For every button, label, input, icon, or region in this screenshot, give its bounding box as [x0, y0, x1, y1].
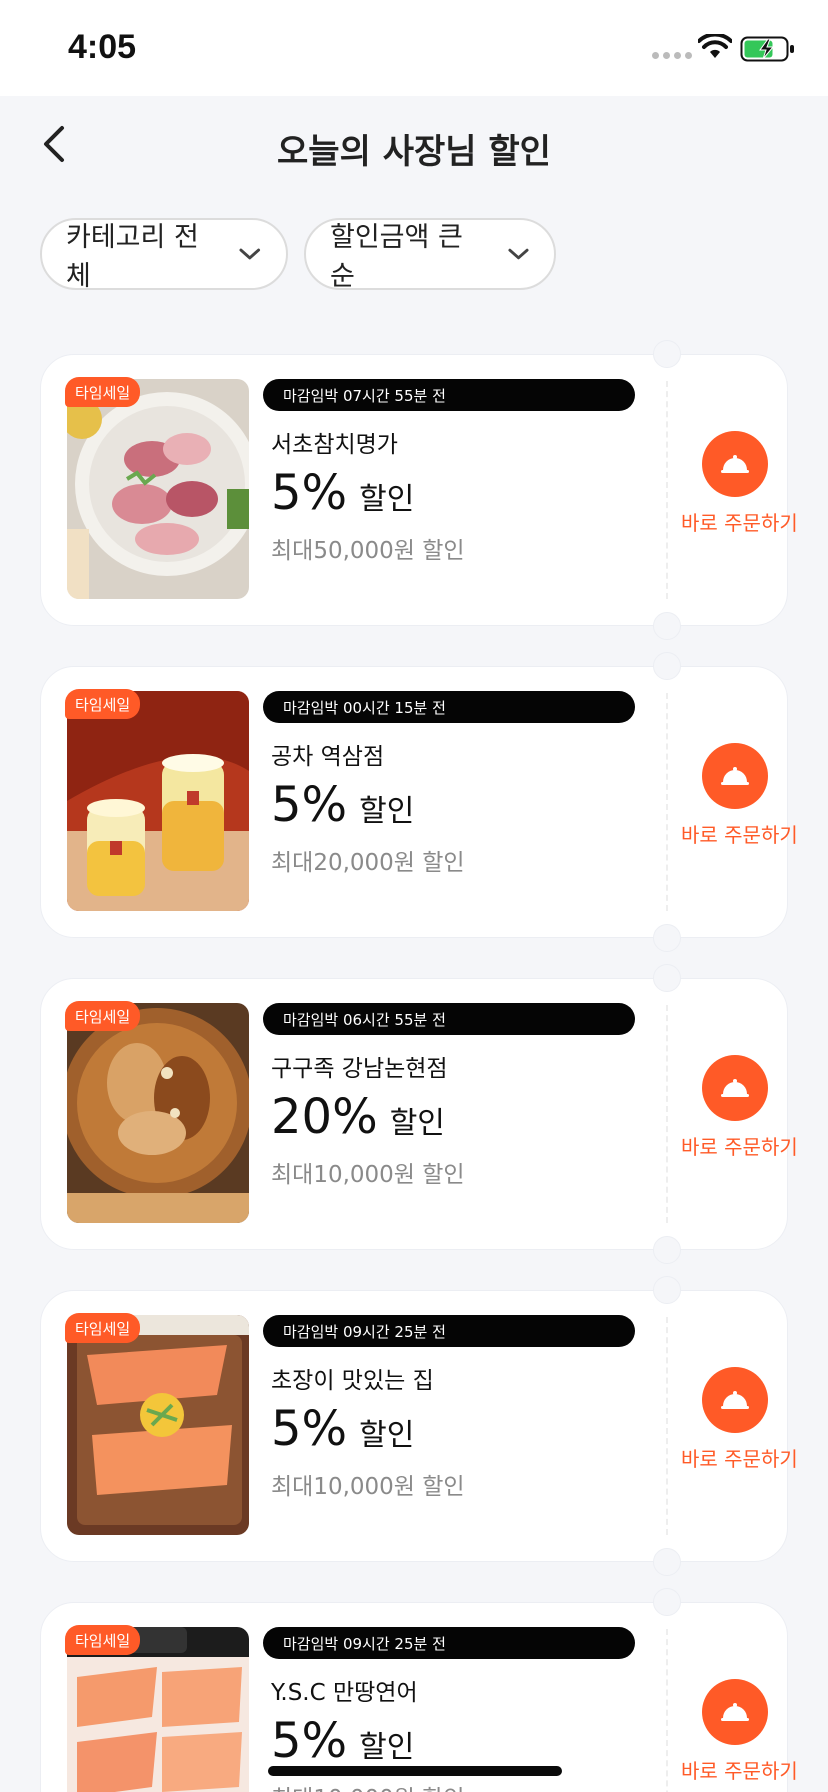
- discount-rate: 5% 할인: [271, 465, 414, 521]
- deadline-bar: 마감임박 06시간 55분 전: [263, 1003, 635, 1035]
- sort-filter-dropdown[interactable]: 할인금액 큰 순: [304, 218, 556, 292]
- deal-card[interactable]: 타임세일 마감임박 00시간 15분 전 공차 역삼점 5% 할인 최대20,0…: [40, 652, 798, 952]
- deadline-bar: 마감임박 00시간 15분 전: [263, 691, 635, 723]
- cloche-icon: [702, 743, 768, 809]
- discount-rate: 5% 할인: [271, 1401, 414, 1457]
- max-discount: 최대50,000원 할인: [271, 538, 465, 564]
- food-image: [67, 691, 249, 911]
- store-name: Y.S.C 만땅연어: [271, 1680, 418, 1706]
- deadline-bar: 마감임박 07시간 55분 전: [263, 379, 635, 411]
- time-sale-badge: 타임세일: [65, 377, 141, 407]
- category-filter-dropdown[interactable]: 카테고리 전체: [40, 218, 288, 292]
- home-indicator[interactable]: [268, 1766, 562, 1776]
- max-discount: 최대10,000원 할인: [271, 1474, 465, 1500]
- food-image: [67, 1315, 249, 1535]
- discount-percent: 5%: [271, 1401, 348, 1457]
- order-now-label: 바로 주문하기: [681, 823, 798, 847]
- deal-card[interactable]: 타임세일 마감임박 07시간 55분 전 서초참치명가 5% 할인 최대50,0…: [40, 340, 798, 640]
- status-time: 4:05: [68, 28, 137, 66]
- order-now-label: 바로 주문하기: [681, 1135, 798, 1159]
- cloche-icon: [702, 1055, 768, 1121]
- battery-charging-icon: [740, 36, 794, 62]
- discount-rate: 5% 할인: [271, 1713, 414, 1769]
- time-sale-badge: 타임세일: [65, 1313, 141, 1343]
- page-header: 오늘의 사장님 할인: [0, 96, 828, 192]
- discount-percent: 5%: [271, 1713, 348, 1769]
- max-discount: 최대10,000원 할인: [271, 1162, 465, 1188]
- cellular-signal-icon: [652, 52, 692, 59]
- order-now-label: 바로 주문하기: [681, 511, 798, 535]
- discount-word: 할인: [359, 1418, 415, 1453]
- discount-word: 할인: [359, 794, 415, 829]
- max-discount: 최대20,000원 할인: [271, 850, 465, 876]
- order-now-button[interactable]: 바로 주문하기: [681, 431, 798, 541]
- status-bar: 4:05: [0, 0, 828, 96]
- order-now-label: 바로 주문하기: [681, 1759, 798, 1783]
- discount-percent: 5%: [271, 465, 348, 521]
- time-sale-badge: 타임세일: [65, 1001, 141, 1031]
- discount-word: 할인: [389, 1106, 445, 1141]
- discount-word: 할인: [359, 1730, 415, 1765]
- max-discount: 최대10,000원 할인: [271, 1779, 465, 1792]
- cloche-icon: [702, 1679, 768, 1745]
- chevron-down-icon: [239, 248, 261, 260]
- order-now-label: 바로 주문하기: [681, 1447, 798, 1471]
- deal-card[interactable]: 타임세일 마감임박 06시간 55분 전 구구족 강남논현점 20% 할인 최대…: [40, 964, 798, 1264]
- order-now-button[interactable]: 바로 주문하기: [681, 1055, 798, 1165]
- deadline-bar: 마감임박 09시간 25분 전: [263, 1315, 635, 1347]
- discount-rate: 20% 할인: [271, 1089, 445, 1145]
- deal-card[interactable]: 타임세일 마감임박 09시간 25분 전 초장이 맛있는 집 5% 할인 최대1…: [40, 1276, 798, 1576]
- deal-card[interactable]: 타임세일 마감임박 09시간 25분 전 Y.S.C 만땅연어 5% 할인 최대…: [40, 1588, 798, 1792]
- discount-percent: 5%: [271, 777, 348, 833]
- food-image: [67, 1003, 249, 1223]
- store-name: 서초참치명가: [271, 432, 398, 458]
- page-title: 오늘의 사장님 할인: [277, 132, 551, 172]
- time-sale-badge: 타임세일: [65, 1625, 141, 1655]
- discount-percent: 20%: [271, 1089, 378, 1145]
- cloche-icon: [702, 1367, 768, 1433]
- discount-rate: 5% 할인: [271, 777, 414, 833]
- chevron-down-icon: [508, 248, 529, 260]
- order-now-button[interactable]: 바로 주문하기: [681, 743, 798, 853]
- discount-word: 할인: [359, 482, 415, 517]
- category-filter-label: 카테고리 전체: [66, 222, 199, 292]
- order-now-button[interactable]: 바로 주문하기: [681, 1367, 798, 1477]
- store-name: 구구족 강남논현점: [271, 1056, 448, 1082]
- time-sale-badge: 타임세일: [65, 689, 141, 719]
- store-name: 초장이 맛있는 집: [271, 1368, 434, 1394]
- order-now-button[interactable]: 바로 주문하기: [681, 1679, 798, 1789]
- sort-filter-label: 할인금액 큰 순: [330, 222, 463, 292]
- food-image: [67, 379, 249, 599]
- wifi-icon: [698, 34, 732, 58]
- deadline-bar: 마감임박 09시간 25분 전: [263, 1627, 635, 1659]
- store-name: 공차 역삼점: [271, 744, 385, 770]
- cloche-icon: [702, 431, 768, 497]
